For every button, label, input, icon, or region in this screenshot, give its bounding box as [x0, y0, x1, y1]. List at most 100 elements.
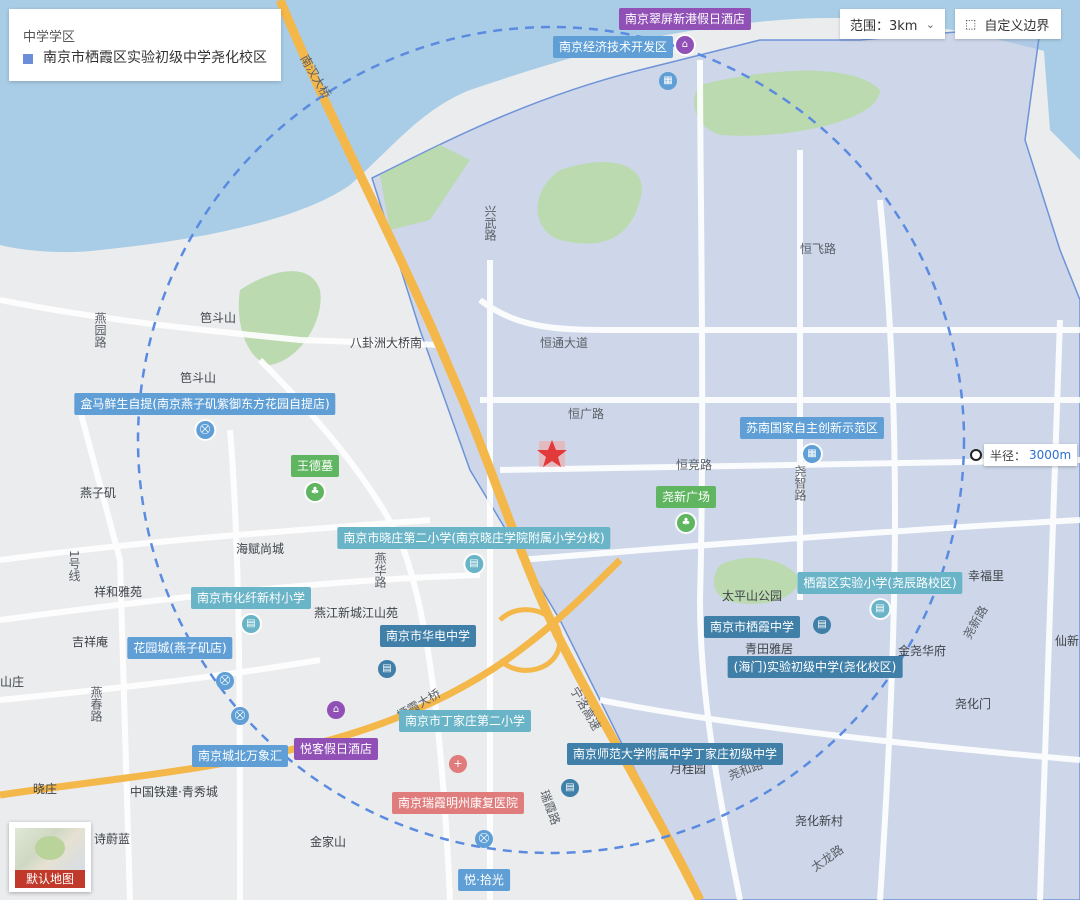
radius-readout: 半径： 3000m	[984, 444, 1078, 466]
shop-icon: ⛒	[196, 421, 214, 439]
place-label: 燕江新城江山苑	[314, 605, 398, 620]
place-label: 八卦洲大桥南	[350, 335, 422, 350]
poi-label: 南京城北万象汇	[191, 745, 289, 767]
poi-xiaozhuang-school[interactable]: 南京市晓庄第二小学(南京晓庄学院附属小学分校) ▤	[337, 527, 611, 573]
place-label: 吉祥庵	[72, 634, 108, 649]
poi-label: 南京经济技术开发区	[552, 36, 674, 58]
poi-ruixia-hospital[interactable]: 南京瑞霞明州康复医院	[391, 792, 525, 814]
poi-nanshi-dingjiazhuang[interactable]: 南京师范大学附属中学丁家庄初级中学	[566, 743, 784, 765]
legend-item[interactable]: 南京市栖霞区实验初级中学尧化校区	[43, 47, 267, 67]
poi-label: 盒马鲜生自提(南京燕子矶紫御东方花园自提店)	[74, 393, 336, 415]
poi-label: 悦客假日酒店	[293, 738, 379, 760]
place-label: 笆斗山	[180, 370, 216, 385]
line-label: 1号线	[67, 550, 81, 582]
poi-huadian[interactable]: 南京市华电中学	[379, 625, 477, 647]
district-legend: 中学学区 南京市栖霞区实验初级中学尧化校区	[9, 9, 281, 81]
place-label: 诗蔚蓝	[94, 832, 130, 846]
poi-label: 花园城(燕子矶店)	[127, 637, 233, 659]
road-label: 燕春路	[89, 686, 103, 723]
range-label: 范围：3km	[850, 18, 918, 34]
place-label: 燕子矶	[80, 486, 116, 500]
road-label: 燕园路	[93, 312, 107, 349]
place-label: 尧化门	[955, 696, 991, 711]
map-canvas[interactable]: 南汉大桥 兴武路 恒飞路 恒通大道 恒广路 恒竞路 尧智路 八卦洲大桥南 笆斗山…	[0, 0, 1080, 900]
place-label: 金家山	[310, 834, 346, 849]
poi-yaoxin-square[interactable]: 尧新广场 ♣	[655, 486, 717, 532]
road-label: 恒竞路	[676, 457, 712, 472]
school-icon: ▤	[241, 615, 260, 633]
poi-sunan[interactable]: 苏南国家自主创新示范区 ▦	[739, 417, 885, 463]
legend-title: 中学学区	[23, 30, 76, 45]
place-label: 尧化新村	[795, 813, 843, 828]
legend-swatch	[23, 54, 33, 64]
poi-hema[interactable]: 盒马鲜生自提(南京燕子矶紫御东方花园自提店) ⛒	[74, 393, 336, 439]
school-icon: ▤	[378, 660, 396, 678]
hospital-icon: +	[449, 755, 467, 773]
polygon-icon: ⬚	[965, 17, 977, 31]
poi-label: 南京市华电中学	[379, 625, 477, 647]
poi-label: (海门)实验初级中学(尧化校区)	[727, 656, 903, 678]
shop-icon: ⛒	[475, 830, 493, 848]
map-type-switcher[interactable]: 默认地图	[9, 822, 91, 892]
range-dropdown[interactable]: 范围：3km ⌄	[840, 9, 945, 39]
poi-label: 尧新广场	[655, 486, 717, 508]
poi-yue-shiguang[interactable]: 悦·拾光	[458, 869, 510, 891]
poi-label: 苏南国家自主创新示范区	[739, 417, 885, 439]
place-label: 金尧华府	[898, 643, 946, 658]
shop-icon: ⛒	[216, 672, 234, 690]
school-icon: ▤	[465, 555, 483, 573]
gov-icon: ▦	[659, 72, 677, 90]
poi-huayuancheng[interactable]: 花园城(燕子矶店)	[127, 637, 233, 659]
tree-icon: ♣	[676, 514, 695, 532]
place-label: 中国铁建·青秀城	[130, 784, 218, 799]
poi-label: 南京市化纤新村小学	[190, 587, 312, 609]
tree-icon: ♣	[305, 483, 324, 501]
poi-label: 南京翠屏新港假日酒店	[618, 8, 752, 30]
shop-icon: ⛒	[231, 707, 249, 725]
school-icon: ▤	[561, 779, 579, 797]
poi-label: 南京市栖霞中学	[703, 616, 801, 638]
gov-icon: ▦	[802, 445, 821, 463]
hotel-icon: ⌂	[675, 36, 694, 54]
poi-qixia-middle[interactable]: 南京市栖霞中学	[703, 616, 801, 638]
poi-haimen-school[interactable]: (海门)实验初级中学(尧化校区)	[727, 656, 903, 678]
road-label: 恒飞路	[800, 241, 836, 256]
poi-yueke-hotel[interactable]: 悦客假日酒店	[293, 738, 379, 760]
hotel-icon: ⌂	[327, 701, 345, 719]
poi-huaxian-school[interactable]: 南京市化纤新村小学 ▤	[190, 587, 312, 633]
poi-label: 南京市晓庄第二小学(南京晓庄学院附属小学分校)	[337, 527, 611, 549]
road-label: 兴武路	[483, 205, 497, 242]
poi-label: 悦·拾光	[458, 869, 510, 891]
map-type-label: 默认地图	[15, 870, 85, 888]
place-label: 笆斗山	[200, 310, 236, 325]
poi-wanxianghui[interactable]: 南京城北万象汇	[191, 745, 289, 767]
poi-label: 南京市丁家庄第二小学	[398, 710, 532, 732]
custom-border-label: 自定义边界	[984, 18, 1050, 34]
radius-value: 3000m	[1029, 448, 1072, 462]
poi-label: 南京师范大学附属中学丁家庄初级中学	[566, 743, 784, 765]
poi-qixia-primary[interactable]: 栖霞区实验小学(尧辰路校区) ▤	[797, 572, 963, 618]
school-icon: ▤	[871, 600, 889, 618]
map-thumbnail	[15, 828, 85, 870]
place-label: 仙新	[1055, 633, 1079, 648]
custom-border-button[interactable]: ⬚ 自定义边界	[955, 9, 1061, 39]
radius-label: 半径：	[990, 448, 1027, 463]
road-label: 恒广路	[568, 406, 604, 421]
place-label: 海赋尚城	[236, 541, 284, 556]
place-label: 青田雅居	[745, 641, 793, 656]
poi-dev-zone[interactable]: 南京经济技术开发区	[552, 36, 674, 58]
road-label: 恒通大道	[540, 336, 588, 350]
road-label: 尧智路	[793, 465, 807, 502]
chevron-down-icon: ⌄	[925, 17, 935, 31]
poi-label: 南京瑞霞明州康复医院	[391, 792, 525, 814]
school-icon: ▤	[813, 616, 831, 634]
place-label: 太平山公园	[722, 588, 782, 603]
place-label: 幸福里	[968, 568, 1004, 583]
radius-drag-handle[interactable]	[970, 449, 982, 461]
poi-wangde[interactable]: 王德墓 ♣	[290, 455, 340, 501]
place-label: 晓庄	[33, 781, 57, 796]
place-label: 山庄	[0, 674, 24, 689]
poi-dingjiazhuang-primary[interactable]: 南京市丁家庄第二小学	[398, 710, 532, 732]
poi-label: 栖霞区实验小学(尧辰路校区)	[797, 572, 963, 594]
poi-label: 王德墓	[290, 455, 340, 477]
